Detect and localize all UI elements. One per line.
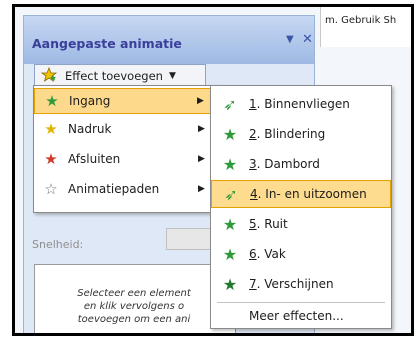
menu-item-number: 5 [249,217,257,231]
more-effects-label: Meer effecten... [249,309,344,323]
instruction-line: Selecteer een element [77,288,191,299]
star-icon [39,66,59,86]
menu-item-dambord[interactable]: ★ 3. Dambord [211,150,391,178]
appear-icon: ★ [222,274,238,294]
menu-item-number: 1 [249,97,257,111]
instruction-line: toevoegen om een ani [77,314,191,325]
entrance-effects-menu: ➶ 1. Binnenvliegen ★ 2. Blindering ★ 3. … [210,85,392,329]
fly-in-icon: ➶ [223,94,237,114]
document-text: m. Gebruik Sh [320,7,411,47]
menu-item-nadruk[interactable]: ★ Nadruk ▶ [34,116,220,142]
zoom-icon: ➶ [224,184,238,204]
menu-item-number: 6 [249,247,257,261]
menu-item-meer-effecten[interactable]: Meer effecten... [211,304,391,328]
effect-category-menu: ★ Ingang ▶ ★ Nadruk ▶ ★ Afsluiten ▶ ☆ An… [33,85,221,213]
green-star-icon: ★ [45,92,59,110]
outline-star-icon: ☆ [44,180,58,198]
instruction-text: Selecteer een element en klik vervolgens… [39,287,229,326]
box-icon: ★ [222,244,238,264]
pane-dropdown-icon[interactable]: ▼ [286,34,294,45]
window-frame: m. Gebruik Sh Aangepaste animatie ▼ ✕ Ef… [12,4,414,336]
menu-item-label: Ruit [264,217,288,231]
menu-item-label: Vak [264,247,286,261]
menu-item-number: 3 [249,157,257,171]
speed-label: Snelheid: [32,238,84,251]
menu-item-number: 2 [249,127,257,141]
menu-item-number: 7 [249,277,257,291]
menu-item-label: Ingang [69,94,111,108]
close-icon[interactable]: ✕ [302,32,313,47]
add-effect-label: Effect toevoegen [65,69,163,83]
menu-item-blindering[interactable]: ★ 2. Blindering [211,120,391,148]
menu-item-label: Afsluiten [68,152,121,166]
menu-item-label: Blindering [264,127,326,141]
menu-item-vak[interactable]: ★ 6. Vak [211,240,391,268]
menu-item-ingang[interactable]: ★ Ingang ▶ [34,88,220,114]
menu-item-label: Verschijnen [264,277,334,291]
menu-item-number: 4 [250,187,258,201]
chevron-down-icon: ▼ [168,71,176,81]
instruction-line: en klik vervolgens o [83,301,185,312]
pane-title: Aangepaste animatie [32,36,182,51]
blinds-icon: ★ [222,124,238,144]
menu-item-label: Nadruk [68,122,112,136]
menu-item-label: In- en uitzoomen [265,187,367,201]
menu-item-label: Binnenvliegen [264,97,350,111]
menu-item-label: Animatiepaden [68,182,160,196]
animation-list[interactable]: Selecteer een element en klik vervolgens… [34,264,236,333]
menu-item-label: Dambord [264,157,320,171]
menu-item-afsluiten[interactable]: ★ Afsluiten ▶ [34,146,220,172]
red-star-icon: ★ [44,150,58,168]
menu-item-in-en-uitzoomen[interactable]: ➶ 4. In- en uitzoomen [211,180,391,208]
menu-item-ruit[interactable]: ★ 5. Ruit [211,210,391,238]
menu-item-verschijnen[interactable]: ★ 7. Verschijnen [211,270,391,298]
diamond-icon: ★ [222,214,238,234]
yellow-star-icon: ★ [44,120,58,138]
menu-item-binnenvliegen[interactable]: ➶ 1. Binnenvliegen [211,90,391,118]
menu-divider [217,302,385,303]
menu-item-animatiepaden[interactable]: ☆ Animatiepaden ▶ [34,176,220,202]
checkerboard-icon: ★ [222,154,238,174]
